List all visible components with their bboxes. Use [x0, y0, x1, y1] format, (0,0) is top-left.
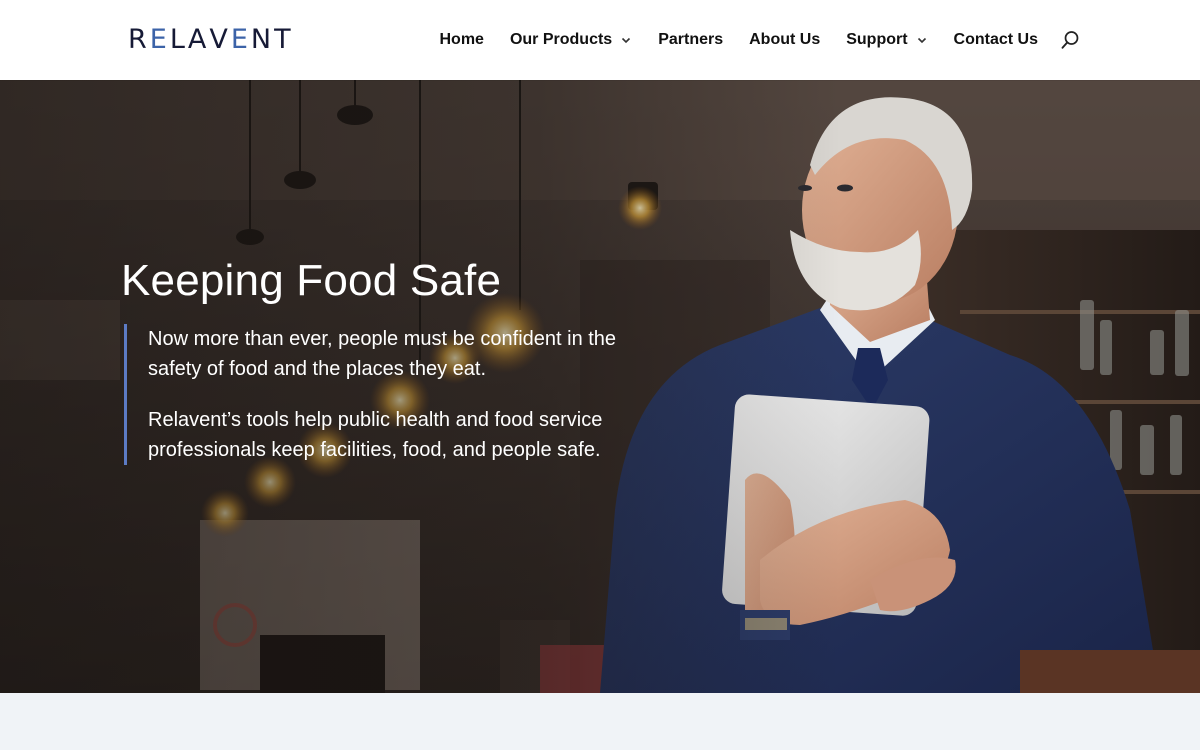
chevron-down-icon	[917, 37, 926, 44]
chevron-down-icon	[622, 37, 631, 44]
nav-item-label: About Us	[749, 31, 821, 48]
hero-paragraph: Relavent’s tools help public health and …	[148, 409, 603, 461]
logo-letter: E	[149, 24, 170, 55]
logo-letter: R	[128, 24, 150, 55]
site-header: R E L A V E N T Home Our Products Partne…	[0, 0, 1200, 80]
nav-item-about-us[interactable]: About Us	[749, 31, 820, 49]
nav-item-home[interactable]: Home	[440, 31, 484, 49]
hero-quote-block: Now more than ever, people must be confi…	[124, 324, 644, 465]
logo-letter: L	[169, 24, 188, 55]
logo-letter: A	[187, 24, 210, 55]
search-icon[interactable]	[1060, 30, 1080, 50]
logo-letter: N	[250, 24, 275, 55]
nav-item-our-products[interactable]: Our Products	[510, 31, 632, 49]
nav-item-contact-us[interactable]: Contact Us	[954, 31, 1038, 49]
hero-title: Keeping Food Safe	[121, 256, 502, 305]
logo-letter: V	[209, 24, 231, 55]
nav-item-label: Support	[846, 31, 908, 48]
nav-item-label: Contact Us	[953, 31, 1038, 48]
relavent-logo[interactable]: R E L A V E N T	[128, 26, 294, 54]
nav-item-support[interactable]: Support	[846, 31, 927, 49]
content-section-top	[0, 693, 1200, 750]
nav-item-label: Home	[439, 31, 484, 48]
logo-letter: T	[274, 24, 294, 55]
logo-letter: E	[230, 24, 251, 55]
hero-section: Keeping Food Safe Now more than ever, pe…	[0, 80, 1200, 693]
main-nav: Home Our Products Partners About Us Supp…	[440, 0, 1081, 80]
nav-item-label: Partners	[658, 31, 724, 48]
nav-item-label: Our Products	[509, 31, 613, 48]
nav-item-partners[interactable]: Partners	[658, 31, 723, 49]
hero-paragraph: Now more than ever, people must be confi…	[148, 328, 617, 380]
